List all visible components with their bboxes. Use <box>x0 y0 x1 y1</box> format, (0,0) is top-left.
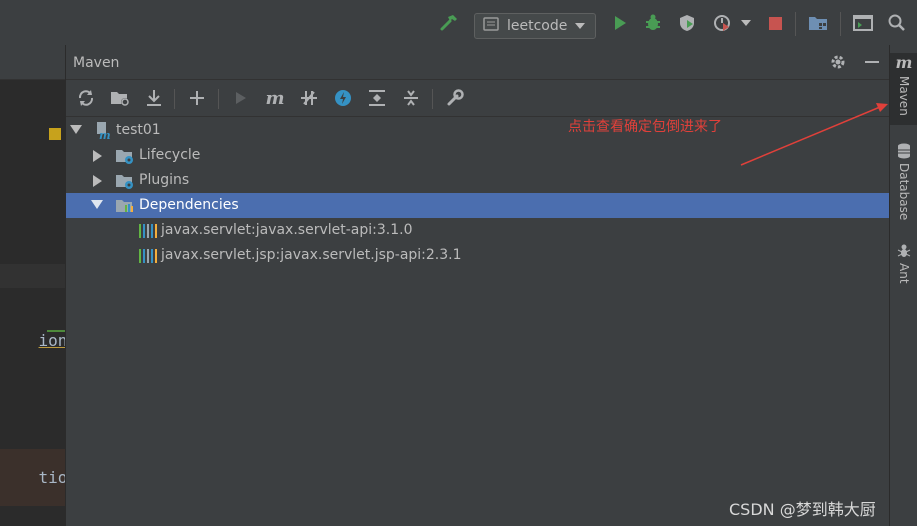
minimize-icon[interactable] <box>862 52 882 72</box>
toggle-offline-icon[interactable] <box>298 87 320 109</box>
toolbar-separator <box>174 89 175 109</box>
tree-item-lifecycle[interactable]: Lifecycle <box>66 143 890 168</box>
library-icon <box>138 246 158 266</box>
chevron-down-icon <box>575 23 585 29</box>
main-toolbar: leetcode <box>0 0 917 45</box>
tree-item-dependencies[interactable]: Dependencies <box>66 193 890 218</box>
run-icon[interactable] <box>609 12 631 34</box>
chevron-down-icon[interactable] <box>70 125 82 134</box>
database-tab-label: Database <box>897 163 911 221</box>
lifecycle-label: Lifecycle <box>139 147 201 163</box>
tree-item-dependency[interactable]: javax.servlet.jsp:javax.servlet.jsp-api:… <box>66 243 890 268</box>
editor-divider <box>0 264 65 288</box>
right-tool-strip: m Maven Database Ant <box>889 45 917 526</box>
toolbar-separator <box>432 89 433 109</box>
debug-icon[interactable] <box>642 12 664 34</box>
chevron-right-icon[interactable] <box>93 175 102 187</box>
folder-gear-icon <box>115 146 135 166</box>
toolbar-separator <box>218 89 219 109</box>
maven-header: Maven <box>66 45 890 80</box>
maven-tab-label: Maven <box>897 76 911 116</box>
warning-marker[interactable] <box>49 128 61 140</box>
tool-tab-maven[interactable]: m Maven <box>890 53 917 125</box>
dependency-label: javax.servlet:javax.servlet-api:3.1.0 <box>161 222 413 238</box>
profile-icon[interactable] <box>711 12 733 34</box>
download-icon[interactable] <box>143 87 165 109</box>
svg-text:m: m <box>99 129 111 141</box>
ant-tab-label: Ant <box>897 263 911 284</box>
execute-goal-icon[interactable]: m <box>264 87 286 109</box>
search-icon[interactable] <box>886 12 908 34</box>
watermark: CSDN @梦到韩大厨 <box>729 500 876 519</box>
dependency-label: javax.servlet.jsp:javax.servlet.jsp-api:… <box>161 247 462 263</box>
folder-gear-icon <box>115 171 135 191</box>
toolbar-separator <box>840 12 841 36</box>
tree-item-plugins[interactable]: Plugins <box>66 168 890 193</box>
tree-item-project[interactable]: m test01 <box>66 118 890 143</box>
tool-tab-database[interactable]: Database <box>890 143 917 227</box>
tool-tab-ant[interactable]: Ant <box>890 243 917 293</box>
tree-item-dependency[interactable]: javax.servlet:javax.servlet-api:3.1.0 <box>66 218 890 243</box>
maven-m-icon: m <box>895 53 913 72</box>
project-structure-icon[interactable] <box>807 12 829 34</box>
chevron-down-icon[interactable] <box>91 200 103 209</box>
skip-tests-icon[interactable] <box>332 87 354 109</box>
run-config-icon <box>483 17 499 35</box>
toolbar-separator <box>795 12 796 36</box>
reload-icon[interactable] <box>75 87 97 109</box>
database-icon <box>898 143 910 159</box>
chevron-right-icon[interactable] <box>93 150 102 162</box>
dependencies-label: Dependencies <box>139 197 239 213</box>
folder-library-icon <box>115 196 135 216</box>
terminal-icon[interactable] <box>852 12 874 34</box>
annotation-text: 点击查看确定包倒进来了 <box>568 119 722 135</box>
ant-icon <box>897 244 911 257</box>
generate-sources-icon[interactable] <box>109 87 131 109</box>
editor-area: ion, IC tion, I <box>0 45 106 526</box>
maven-toolbar: m <box>66 80 890 117</box>
library-icon <box>138 221 158 241</box>
maven-tool-window: Maven m m test01 Lifecycle Plugins Depen… <box>65 45 890 526</box>
run-icon[interactable] <box>230 87 252 109</box>
collapse-all-icon[interactable] <box>400 87 422 109</box>
coverage-icon[interactable] <box>676 12 698 34</box>
gear-icon[interactable] <box>828 52 848 72</box>
maven-title: Maven <box>73 55 120 71</box>
project-name: test01 <box>116 122 161 138</box>
stop-icon[interactable] <box>764 12 786 34</box>
dropdown-icon[interactable] <box>735 12 757 34</box>
run-config-label: leetcode <box>507 18 568 34</box>
run-configuration-selector[interactable]: leetcode <box>474 13 596 39</box>
maven-project-icon: m <box>94 121 114 142</box>
hammer-build-icon[interactable] <box>438 12 460 34</box>
editor-tab-bar <box>0 45 65 80</box>
settings-wrench-icon[interactable] <box>444 87 466 109</box>
plugins-label: Plugins <box>139 172 190 188</box>
add-icon[interactable] <box>186 87 208 109</box>
show-dependencies-icon[interactable] <box>366 87 388 109</box>
